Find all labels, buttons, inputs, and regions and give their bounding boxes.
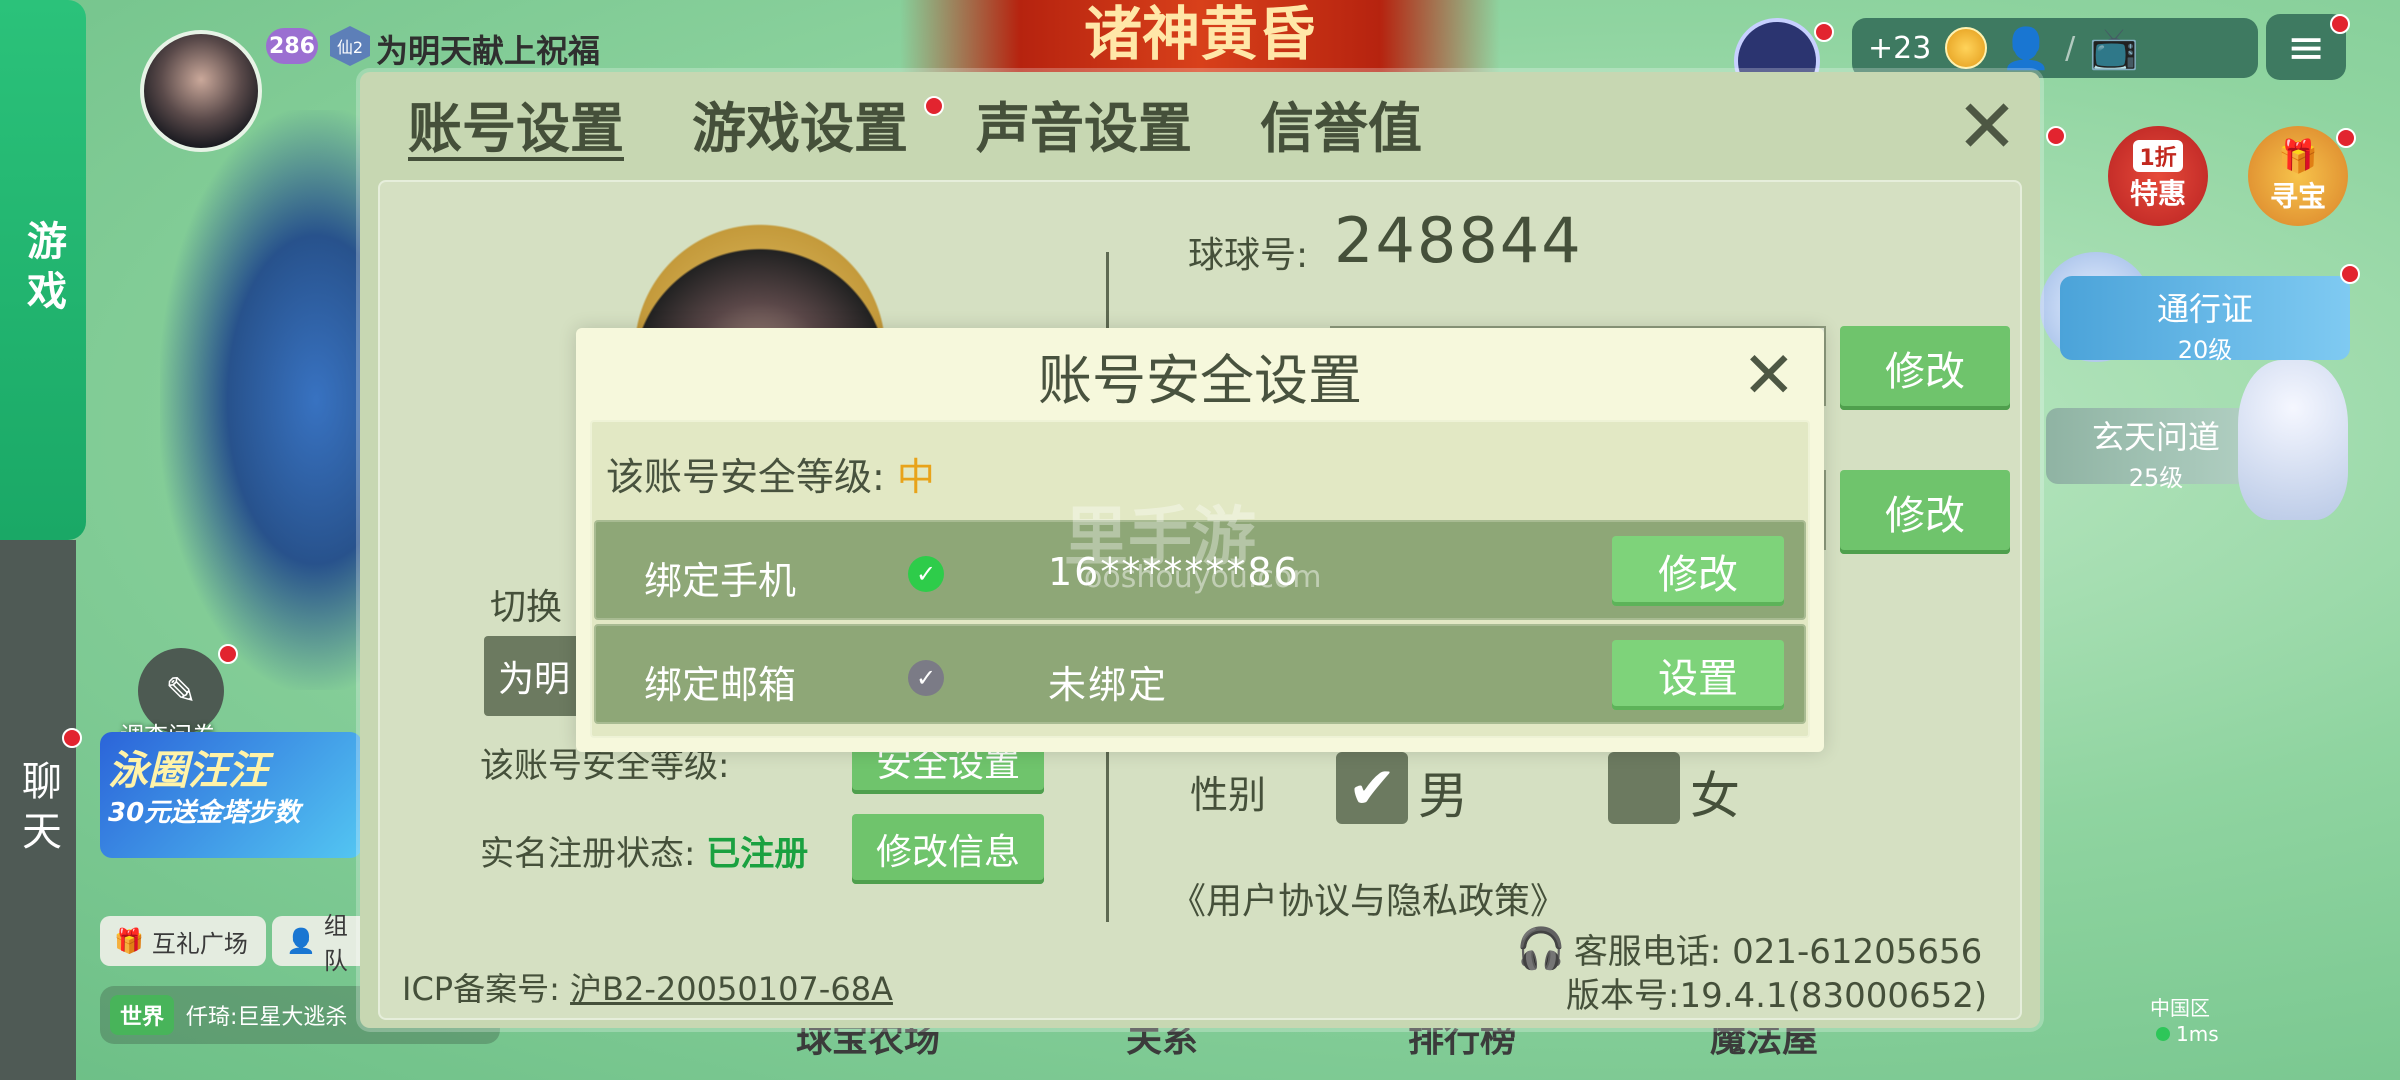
ping-indicator: 1ms <box>2156 1022 2219 1046</box>
security-level-value: 中 <box>896 455 935 499</box>
activity-notification-dot <box>1814 22 1834 42</box>
dao-card[interactable]: 玄天问道 25级 <box>2046 408 2266 492</box>
user-name: 为明天献上祝福 <box>376 32 601 70</box>
gift-icon: 🎁 <box>114 927 144 955</box>
bind-phone-modify-button[interactable]: 修改 <box>1612 536 1784 606</box>
gender-male-label: 男 <box>1418 767 1468 825</box>
version-text: 版本号:19.4.1(83000652) <box>1566 976 1988 1016</box>
modify-info-button[interactable]: 修改信息 <box>852 814 1044 884</box>
character-mascot-icon <box>2238 360 2348 520</box>
dialog-close-icon[interactable]: ✕ <box>1742 344 1796 408</box>
icp-label: ICP备案号: <box>402 970 560 1008</box>
video-icon[interactable]: 📺 <box>2089 25 2139 72</box>
security-level-label: 该账号安全等级: <box>606 455 885 499</box>
world-tag: 世界 <box>110 995 175 1035</box>
pass-notification-dot <box>2340 264 2360 284</box>
gift-box-icon: 🎁 <box>2278 137 2318 175</box>
bind-email-value: 未绑定 <box>1048 663 1169 707</box>
sale-icon[interactable]: 1折 特惠 <box>2108 126 2208 226</box>
survey-notification-dot <box>218 644 238 664</box>
separator: / <box>2065 30 2076 66</box>
tab-credit[interactable]: 信誉值 <box>1260 84 1422 163</box>
icp-row: ICP备案号: 沪B2-20050107-68A <box>402 964 893 1010</box>
policy-link[interactable]: 《用户协议与隐私政策》 <box>1170 872 1566 924</box>
world-message: 仟琦:巨星大逃杀 <box>186 1005 348 1030</box>
switch-account-label: 切换 <box>490 587 563 628</box>
gift-plaza-button[interactable]: 🎁 互礼广场 <box>100 916 266 966</box>
qq-number-value: 248844 <box>1334 204 1583 277</box>
tab-sound-settings[interactable]: 声音设置 <box>976 84 1192 163</box>
vip-badge: 仙2 <box>330 26 370 66</box>
battle-pass-card[interactable]: 通行证 20级 <box>2060 276 2350 364</box>
treasure-label: 寻宝 <box>2269 180 2326 213</box>
person-icon: 👤 <box>286 927 316 955</box>
signal-icon <box>2156 1027 2170 1041</box>
event-banner-title[interactable]: 诸神黄昏 <box>900 0 1500 74</box>
icp-link[interactable]: 沪B2-20050107-68A <box>570 970 893 1008</box>
settings-close-icon[interactable]: ✕ <box>1956 90 2018 164</box>
plus-count: +23 <box>1868 30 1932 66</box>
real-name-status: 已注册 <box>706 834 809 874</box>
phone-bound-check-icon: ✓ <box>908 556 944 592</box>
tab-account-settings[interactable]: 账号设置 <box>408 84 624 163</box>
currency-bar[interactable]: +23 👤 / 📺 <box>1852 18 2258 78</box>
dao-level: 25级 <box>2128 464 2184 492</box>
sale-tag: 1折 <box>2133 140 2183 172</box>
service-phone: 🎧 客服电话: 021-61205656 <box>1516 924 1982 973</box>
chat-notification-dot <box>62 728 82 748</box>
gift-plaza-label: 互礼广场 <box>151 929 248 958</box>
real-name-row: 实名注册状态: 已注册 <box>480 826 808 875</box>
sale-notification-dot <box>2046 126 2066 146</box>
avatar[interactable] <box>140 30 262 152</box>
add-friend-icon[interactable]: 👤 <box>2001 25 2051 72</box>
bind-phone-label: 绑定手机 <box>644 559 797 603</box>
modify-button-2[interactable]: 修改 <box>1840 470 2010 554</box>
level-badge: 286 <box>266 28 318 64</box>
region-label: 中国区 <box>2150 996 2210 1020</box>
menu-notification-dot <box>2330 14 2350 34</box>
modify-button-1[interactable]: 修改 <box>1840 326 2010 410</box>
qq-number-label: 球球号: <box>1188 235 1309 276</box>
gender-female-checkbox[interactable] <box>1608 752 1680 824</box>
ping-value: 1ms <box>2176 1022 2219 1046</box>
gender-label: 性别 <box>1190 773 1267 817</box>
team-label: 组队 <box>323 912 348 975</box>
tab-game-settings[interactable]: 游戏设置 <box>692 84 908 163</box>
switch-account-button[interactable]: 为明 <box>484 636 580 716</box>
treasure-icon[interactable]: 🎁 寻宝 <box>2248 126 2348 226</box>
promo-subtitle: 30元送金塔步数 <box>108 798 301 828</box>
tab-game[interactable]: 游戏 <box>0 0 86 540</box>
real-name-label: 实名注册状态: <box>480 834 696 874</box>
bind-email-set-button[interactable]: 设置 <box>1612 640 1784 710</box>
promo-title: 泳圈汪汪 <box>108 748 268 794</box>
service-phone-text: 客服电话: 021-61205656 <box>1573 932 1983 972</box>
bind-email-label: 绑定邮箱 <box>644 663 797 707</box>
gender-female-label: 女 <box>1690 767 1740 825</box>
coin-icon <box>1945 27 1988 69</box>
game-settings-notification-dot <box>924 96 944 116</box>
treasure-notification-dot <box>2336 128 2356 148</box>
email-unbound-check-icon: ✓ <box>908 660 944 696</box>
watermark-url: ooshouyou.com <box>1084 560 1322 595</box>
headset-icon: 🎧 <box>1516 926 1566 972</box>
gender-male-checkbox[interactable]: ✔ <box>1336 752 1408 824</box>
dao-label: 玄天问道 <box>2091 418 2220 456</box>
promo-banner[interactable]: 泳圈汪汪 30元送金塔步数 <box>100 732 362 858</box>
pass-label: 通行证 <box>2156 290 2253 328</box>
dialog-title: 账号安全设置 <box>1038 349 1362 412</box>
team-button[interactable]: 👤 组队 <box>272 912 372 975</box>
sale-label: 特惠 <box>2129 177 2186 210</box>
security-level-line: 该账号安全等级: 中 <box>606 446 935 501</box>
tab-chat[interactable]: 聊天 <box>0 540 76 1080</box>
